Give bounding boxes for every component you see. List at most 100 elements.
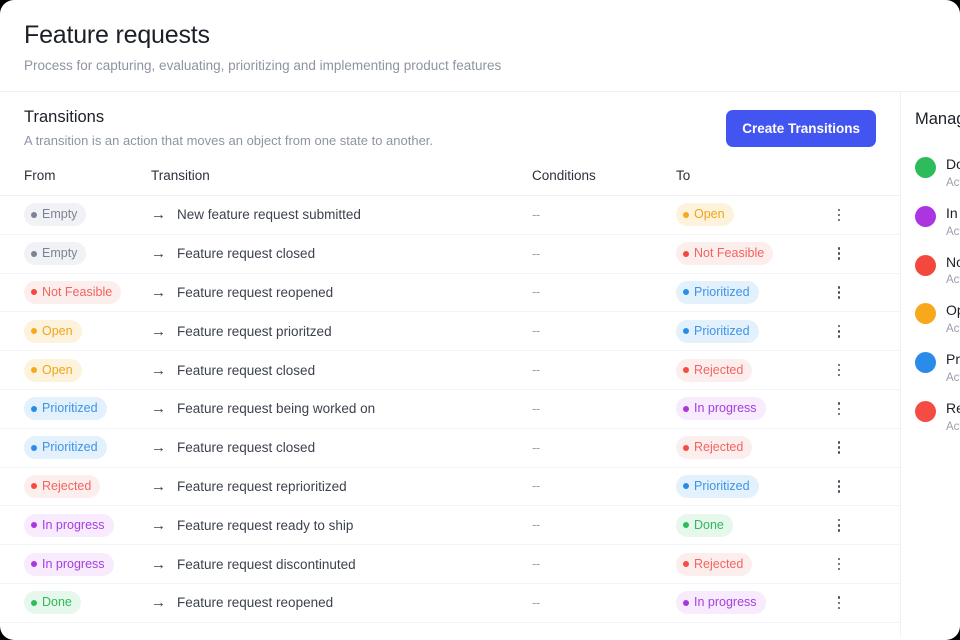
- state-dot-icon: [683, 289, 689, 296]
- cell-from: Open: [0, 350, 151, 390]
- table-row[interactable]: In progress → Feature request ready to shi…: [0, 505, 900, 546]
- state-dot-icon: [31, 561, 37, 568]
- state-name: Done: [946, 156, 960, 172]
- cell-conditions: --: [532, 583, 676, 623]
- column-header-actions: [831, 162, 900, 196]
- to-state-label: Open: [694, 207, 725, 222]
- list-item[interactable]: Not Feasible Active: [915, 254, 960, 287]
- cell-conditions: --: [532, 389, 676, 429]
- conditions-value: --: [532, 439, 540, 455]
- state-status: Active: [946, 420, 960, 433]
- to-state-badge: In progress: [676, 397, 766, 421]
- conditions-value: --: [532, 556, 540, 572]
- cell-conditions: --: [532, 273, 676, 313]
- cell-from: Rejected: [0, 467, 151, 507]
- table-row[interactable]: Rejected → Feature request reprioritized --…: [0, 467, 900, 507]
- table-row[interactable]: Prioritized → Feature request being worked…: [0, 389, 900, 429]
- cell-from: Prioritized: [0, 428, 151, 468]
- from-state-label: Empty: [42, 207, 78, 222]
- row-menu-kebab-icon[interactable]: [831, 247, 847, 261]
- list-item[interactable]: In progress Active: [915, 205, 960, 238]
- cell-to: Rejected: [676, 350, 831, 390]
- cell-actions: [831, 350, 900, 390]
- table-row[interactable]: Empty → New feature request submitted -- Ope…: [0, 195, 900, 235]
- row-menu-kebab-icon[interactable]: [831, 480, 847, 493]
- row-menu-kebab-icon[interactable]: [831, 518, 847, 532]
- row-menu-kebab-icon[interactable]: [831, 441, 847, 455]
- state-dot-icon: [683, 599, 689, 606]
- cell-transition: → Feature request prioritzed: [151, 311, 532, 352]
- row-menu-kebab-icon[interactable]: [831, 363, 847, 377]
- from-state-badge: Open: [24, 319, 82, 343]
- cell-transition: → Feature request closed: [151, 428, 532, 468]
- from-state-label: Done: [42, 595, 72, 610]
- conditions-value: --: [532, 323, 540, 339]
- state-dot-icon: [683, 444, 689, 451]
- row-menu-kebab-icon[interactable]: [831, 324, 847, 338]
- row-menu-kebab-icon[interactable]: [831, 596, 847, 610]
- list-item[interactable]: Prioritized Active: [915, 351, 960, 384]
- cell-conditions: --: [532, 467, 676, 507]
- cell-to: Open: [676, 195, 831, 235]
- state-dot-icon: [31, 328, 37, 335]
- cell-actions: [831, 311, 900, 352]
- cell-from: Done: [0, 583, 151, 623]
- column-header-transition: Transition: [151, 162, 532, 196]
- arrow-right-icon: →: [151, 322, 166, 340]
- conditions-value: --: [532, 400, 540, 416]
- from-state-badge: Not Feasible: [24, 281, 122, 304]
- cell-from: In progress: [0, 505, 151, 546]
- conditions-value: --: [532, 478, 540, 494]
- cell-to: Prioritized: [676, 311, 831, 352]
- manage-states-title: Manage states: [915, 110, 960, 128]
- to-state-badge: Rejected: [676, 436, 753, 460]
- cell-transition: → Feature request closed: [151, 350, 532, 390]
- list-item[interactable]: Rejected Active: [915, 400, 960, 433]
- list-item[interactable]: Open Active: [915, 302, 960, 335]
- state-dot-icon: [683, 367, 689, 374]
- cell-actions: [831, 544, 900, 584]
- row-menu-kebab-icon[interactable]: [831, 557, 847, 571]
- cell-transition: → Feature request reopened: [151, 583, 532, 623]
- create-transitions-button[interactable]: Create Transitions: [726, 110, 876, 147]
- cell-conditions: --: [532, 350, 676, 390]
- table-row[interactable]: Done → Feature request reopened -- In progre…: [0, 583, 900, 623]
- cell-transition: → Feature request reprioritized: [151, 467, 532, 507]
- cell-from: Not Feasible: [0, 273, 151, 313]
- from-state-label: Not Feasible: [42, 285, 113, 300]
- to-state-badge: Prioritized: [676, 319, 759, 343]
- row-menu-kebab-icon[interactable]: [831, 208, 847, 222]
- cell-actions: [831, 195, 900, 235]
- list-item[interactable]: Done Active: [915, 156, 960, 189]
- body-split: Transitions A transition is an action th…: [0, 92, 960, 637]
- transition-label: Feature request ready to ship: [177, 517, 354, 533]
- table-row[interactable]: Open → Feature request prioritzed -- Priorit…: [0, 311, 900, 352]
- from-state-badge: Rejected: [24, 475, 101, 498]
- transition-label: Feature request discontinuted: [177, 556, 356, 572]
- table-row[interactable]: Open → Feature request closed -- Rejected: [0, 350, 900, 390]
- conditions-value: --: [532, 517, 540, 533]
- cell-transition: → Feature request being worked on: [151, 389, 532, 429]
- state-color-swatch-icon: [915, 205, 936, 227]
- transition-label: Feature request reprioritized: [177, 478, 347, 494]
- cell-to: Prioritized: [676, 273, 831, 313]
- table-row[interactable]: Prioritized → Feature request closed -- Reje…: [0, 428, 900, 468]
- from-state-label: In progress: [42, 517, 105, 532]
- state-name: Rejected: [946, 399, 960, 416]
- to-state-badge: Prioritized: [676, 281, 759, 304]
- from-state-label: Open: [42, 362, 73, 377]
- conditions-value: --: [532, 284, 540, 300]
- table-row[interactable]: Empty → Feature request closed -- Not Feasib…: [0, 234, 900, 274]
- row-menu-kebab-icon[interactable]: [831, 286, 847, 299]
- table-row[interactable]: Not Feasible → Feature request reopened -- P…: [0, 273, 900, 313]
- state-status: Active: [946, 274, 960, 287]
- cell-to: Done: [676, 505, 831, 546]
- from-state-badge: Prioritized: [24, 436, 107, 460]
- cell-from: Open: [0, 311, 151, 352]
- row-menu-kebab-icon[interactable]: [831, 402, 847, 416]
- conditions-value: --: [532, 362, 540, 378]
- cell-to: In progress: [676, 583, 831, 623]
- table-row[interactable]: In progress → Feature request discontinute…: [0, 544, 900, 584]
- transitions-section-text: Transitions A transition is an action th…: [24, 108, 433, 148]
- to-state-badge: Prioritized: [676, 475, 759, 498]
